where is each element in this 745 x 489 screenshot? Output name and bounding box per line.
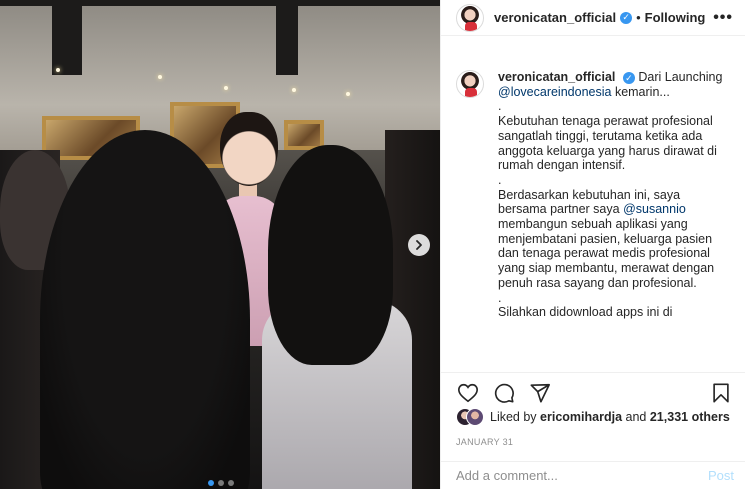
username-link[interactable]: veronicatan_official xyxy=(494,10,616,25)
liker-avatar xyxy=(466,408,484,426)
person xyxy=(220,112,278,186)
avatar[interactable] xyxy=(456,3,484,32)
caption-paragraph: Silahkan didownload apps ini di xyxy=(498,305,673,320)
carousel-dot xyxy=(228,480,234,486)
verified-badge-icon: ✓ xyxy=(620,11,633,24)
carousel-dot xyxy=(218,480,224,486)
comment-form: Post xyxy=(441,461,745,489)
person-silhouette xyxy=(40,130,250,489)
comment-button[interactable] xyxy=(491,380,517,406)
likes-and: and xyxy=(625,410,647,424)
mention-link[interactable]: @susannio xyxy=(623,202,686,216)
ceiling-beam xyxy=(276,0,298,75)
separator: • xyxy=(636,10,641,25)
heart-icon xyxy=(458,383,478,402)
caption-text: veronicatan_official ✓ Dari Launching @l… xyxy=(498,70,730,368)
carousel-dot xyxy=(208,480,214,486)
post-photo[interactable] xyxy=(0,0,440,489)
post-side-panel: veronicatan_official ✓ • Following ••• v… xyxy=(440,0,745,489)
comment-input[interactable] xyxy=(456,468,708,483)
carousel-dots xyxy=(208,480,234,486)
caption-line: kemarin... xyxy=(614,84,670,99)
bookmark-icon xyxy=(713,382,729,403)
ceiling-beam xyxy=(52,0,82,75)
ceiling-light xyxy=(346,92,350,96)
liker-username-link[interactable]: ericomihardja xyxy=(540,410,622,424)
share-icon xyxy=(530,383,550,403)
next-photo-button[interactable] xyxy=(408,234,430,256)
like-button[interactable] xyxy=(455,380,481,406)
chevron-right-icon xyxy=(416,240,422,250)
mention-link[interactable]: @lovecareindonesia xyxy=(498,85,611,99)
share-button[interactable] xyxy=(527,380,553,406)
following-button[interactable]: Following xyxy=(645,10,706,25)
post-comment-button[interactable]: Post xyxy=(708,468,734,483)
caption-paragraph: Berdasarkan kebutuhan ini, saya bersama … xyxy=(498,188,730,291)
caption-line: . xyxy=(498,99,502,114)
person-silhouette xyxy=(268,145,393,365)
caption-line: . xyxy=(498,172,502,187)
caption-line: Dari Launching xyxy=(638,70,723,84)
verified-badge-icon: ✓ xyxy=(622,72,635,85)
likes-count-link[interactable]: 21,331 others xyxy=(650,410,730,424)
avatar[interactable] xyxy=(456,70,484,98)
caption-line: membangun sebuah aplikasi yang menjembat… xyxy=(498,217,715,290)
more-options-icon[interactable]: ••• xyxy=(713,9,733,27)
likes-summary: Liked by ericomihardja and 21,331 others xyxy=(456,408,730,426)
caption-section: veronicatan_official ✓ Dari Launching @l… xyxy=(441,56,745,368)
caption-paragraph: Kebutuhan tenaga perawat profesional san… xyxy=(498,114,717,173)
comment-icon xyxy=(494,383,514,403)
save-button[interactable] xyxy=(708,380,734,406)
ceiling-light xyxy=(292,88,296,92)
likes-prefix: Liked by xyxy=(490,410,537,424)
caption-line: . xyxy=(498,290,502,305)
caption-username-link[interactable]: veronicatan_official xyxy=(498,70,615,84)
action-bar xyxy=(441,372,745,412)
ceiling-light xyxy=(158,75,162,79)
ceiling-light xyxy=(224,86,228,90)
post-date: JANUARY 31 xyxy=(456,437,514,447)
post-header: veronicatan_official ✓ • Following ••• xyxy=(441,0,745,36)
likes-text: Liked by ericomihardja and 21,331 others xyxy=(490,410,730,424)
ceiling-light xyxy=(56,68,60,72)
